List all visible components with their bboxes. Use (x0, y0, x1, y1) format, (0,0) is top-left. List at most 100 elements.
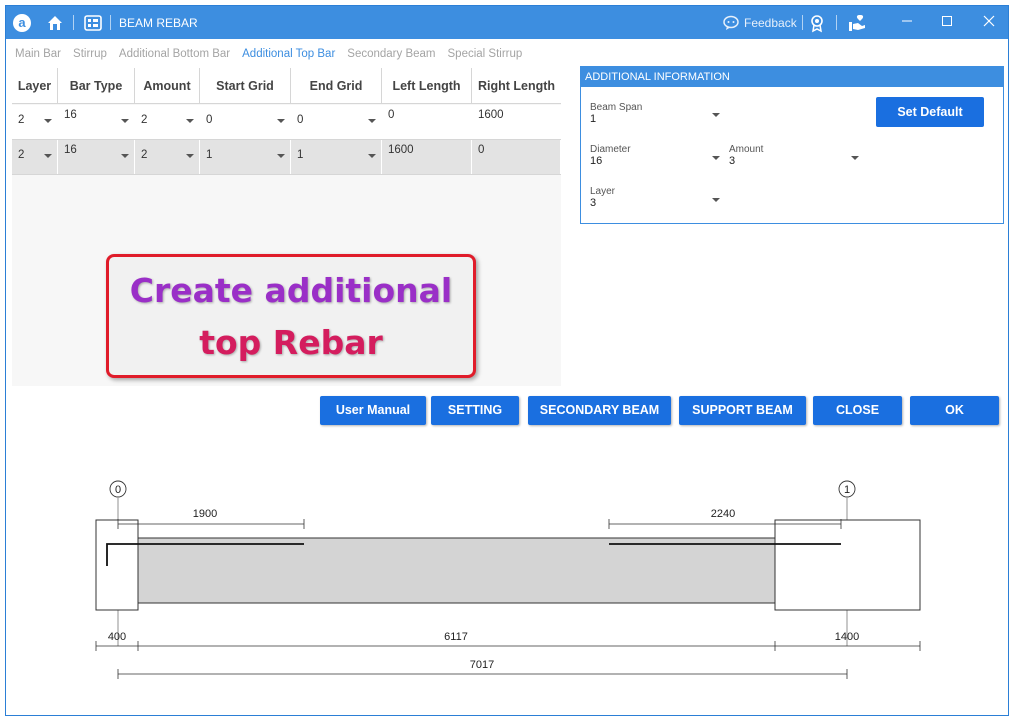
left-length-input[interactable]: 0 (382, 105, 472, 139)
chevron-down-icon (368, 154, 376, 158)
feedback-button[interactable]: Feedback (722, 12, 797, 34)
column-header-left-length[interactable]: Left Length (382, 68, 472, 104)
close-icon (983, 15, 995, 27)
secondary-beam-button[interactable]: SECONDARY BEAM (528, 396, 671, 425)
beam-span-label: Beam Span (590, 102, 643, 113)
ok-button[interactable]: OK (910, 396, 999, 425)
grid-menu-icon[interactable] (82, 12, 104, 34)
rebar-tabs: Main Bar Stirrup Additional Bottom Bar A… (15, 48, 522, 60)
column-header-end-grid[interactable]: End Grid (291, 68, 382, 104)
tab-main-bar[interactable]: Main Bar (15, 48, 61, 60)
total-dimension-label: 7017 (470, 659, 494, 671)
end-grid-dropdown[interactable]: 0 (291, 105, 382, 139)
amount-dropdown[interactable]: 2 (135, 105, 200, 139)
chevron-down-icon (121, 154, 129, 158)
dimension-label: 6117 (444, 631, 468, 643)
left-column (95, 519, 139, 611)
dimension-label: 1900 (193, 508, 217, 520)
layer-label: Layer (590, 186, 616, 197)
maximize-button[interactable] (932, 9, 962, 35)
layer-dropdown[interactable]: 2 (12, 105, 58, 139)
chevron-down-icon[interactable] (712, 156, 720, 160)
chevron-down-icon (368, 119, 376, 123)
diameter-label: Diameter (590, 144, 631, 155)
additional-information-panel: ADDITIONAL INFORMATION Beam Span 1 Set D… (580, 66, 1004, 224)
chevron-down-icon (277, 119, 285, 123)
title-separator (802, 15, 803, 30)
right-column (774, 519, 921, 611)
right-length-input[interactable]: 1600 (472, 105, 561, 139)
chevron-down-icon (44, 119, 52, 123)
column-header-bar-type[interactable]: Bar Type (58, 68, 135, 104)
maximize-icon (942, 16, 952, 26)
tab-special-stirrup[interactable]: Special Stirrup (448, 48, 523, 60)
tab-additional-bottom-bar[interactable]: Additional Bottom Bar (119, 48, 230, 60)
panel-title: ADDITIONAL INFORMATION (581, 67, 1003, 87)
chevron-down-icon[interactable] (712, 113, 720, 117)
grid-label: 1 (844, 484, 850, 496)
window-title: BEAM REBAR (119, 16, 198, 30)
title-bar: a BEAM REBAR Feedback (6, 6, 1008, 39)
table-row[interactable]: 2 16 2 1 1 1600 0 (12, 140, 561, 174)
support-beam-button[interactable]: SUPPORT BEAM (679, 396, 806, 425)
diameter-dropdown[interactable]: Diameter 16 (590, 144, 631, 167)
diameter-value: 16 (590, 155, 603, 167)
layer-value: 3 (590, 197, 597, 209)
user-manual-button[interactable]: User Manual (320, 396, 426, 425)
column-header-layer[interactable]: Layer (12, 68, 58, 104)
row-divider (12, 174, 561, 175)
table-row[interactable]: 2 16 2 0 0 0 1600 (12, 105, 561, 139)
chevron-down-icon (186, 154, 194, 158)
end-grid-dropdown[interactable]: 1 (291, 140, 382, 174)
beam-span-value: 1 (590, 113, 597, 125)
minimize-button[interactable] (892, 9, 922, 35)
bar-type-dropdown[interactable]: 16 (58, 105, 135, 139)
support-hand-icon[interactable] (846, 12, 868, 34)
close-button[interactable]: CLOSE (813, 396, 902, 425)
feedback-icon (723, 15, 739, 30)
column-header-right-length[interactable]: Right Length (472, 68, 561, 104)
app-logo-icon: a (13, 14, 31, 32)
home-icon[interactable] (44, 12, 66, 34)
title-separator (110, 15, 111, 30)
title-separator (836, 15, 837, 30)
close-window-button[interactable] (974, 9, 1004, 35)
award-icon[interactable] (806, 12, 828, 34)
bar-type-dropdown[interactable]: 16 (58, 140, 135, 174)
beam-span-dropdown[interactable]: Beam Span 1 (590, 102, 642, 125)
start-grid-dropdown[interactable]: 1 (200, 140, 291, 174)
amount-label: Amount (729, 144, 764, 155)
column-header-start-grid[interactable]: Start Grid (200, 68, 291, 104)
dimension-label: 1400 (835, 631, 859, 643)
minimize-icon (902, 20, 912, 22)
layer-dropdown[interactable]: 2 (12, 140, 58, 174)
amount-info-dropdown[interactable]: Amount 3 (729, 144, 763, 167)
grid-header: Layer Bar Type Amount Start Grid End Gri… (12, 68, 561, 104)
chevron-down-icon[interactable] (851, 156, 859, 160)
callout-line-1: Create additional (129, 271, 453, 310)
tab-secondary-beam[interactable]: Secondary Beam (347, 48, 435, 60)
start-grid-dropdown[interactable]: 0 (200, 105, 291, 139)
amount-value: 3 (729, 155, 736, 167)
chevron-down-icon (277, 154, 285, 158)
beam-rebar-window: a BEAM REBAR Feedback Main Bar Stirrup A… (5, 5, 1009, 716)
chevron-down-icon (121, 119, 129, 123)
left-length-input[interactable]: 1600 (382, 140, 472, 174)
tab-stirrup[interactable]: Stirrup (73, 48, 107, 60)
chevron-down-icon[interactable] (712, 198, 720, 202)
grid-label: 0 (115, 484, 121, 496)
chevron-down-icon (44, 154, 52, 158)
beam-body (137, 537, 776, 604)
set-default-button[interactable]: Set Default (876, 97, 984, 127)
callout-line-2: top Rebar (199, 323, 383, 362)
amount-dropdown[interactable]: 2 (135, 140, 200, 174)
dimension-label: 400 (108, 631, 126, 643)
tab-additional-top-bar[interactable]: Additional Top Bar (242, 48, 335, 60)
column-header-amount[interactable]: Amount (135, 68, 200, 104)
right-length-input[interactable]: 0 (472, 140, 561, 174)
setting-button[interactable]: SETTING (431, 396, 519, 425)
layer-info-dropdown[interactable]: Layer 3 (590, 186, 615, 209)
dimension-label: 2240 (711, 508, 735, 520)
chevron-down-icon (186, 119, 194, 123)
title-separator (73, 15, 74, 30)
